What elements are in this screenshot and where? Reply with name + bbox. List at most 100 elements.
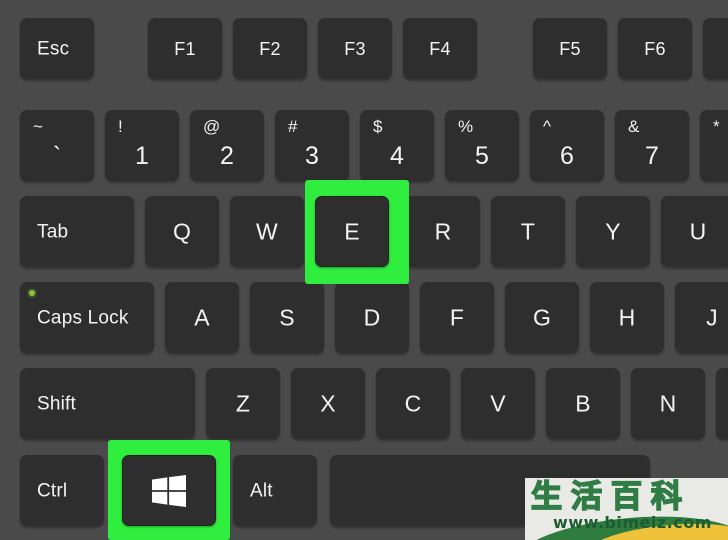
key-y[interactable]: Y [576,196,650,267]
key-digit-label: 8 [700,144,728,169]
key-digit-label: 5 [475,142,489,170]
key-c[interactable]: C [376,368,450,439]
key-label: F3 [344,38,366,59]
key-label: V [490,390,506,416]
key-shift[interactable]: Shift [20,368,195,439]
key-z[interactable]: Z [206,368,280,439]
key-f6[interactable]: F6 [618,18,692,79]
key-windows[interactable] [122,455,216,526]
key-f7[interactable]: F7 [703,18,728,79]
key-label: C [404,390,422,416]
key-label: A [194,304,210,330]
keyboard-image: EscF1F2F3F4F5F6F7~`!1@2#3$4%5^6&7*8TabQW… [0,0,728,540]
key-symbol-label: @ [203,117,221,136]
key-digit-5[interactable]: % 5 [445,110,519,181]
key-label: F [449,304,465,330]
key-label: E [344,218,360,244]
key-label: S [279,304,295,330]
key-f3[interactable]: F3 [318,18,392,79]
key-digit-8[interactable]: *8 [700,110,728,181]
key-label: Z [235,390,251,416]
key-label: F5 [559,38,581,59]
key-h[interactable]: H [590,282,664,353]
key-label: Ctrl [37,480,68,501]
key-digit-4[interactable]: $4 [360,110,434,181]
key-symbol-label: * [713,117,720,136]
key-label: Y [605,218,621,244]
watermark-chinese-text: 生活百科 [530,478,691,516]
key-label: F4 [429,38,451,59]
key-digit-label: ` [52,142,62,170]
key-label: D [363,304,381,330]
key-label: M [716,392,728,415]
key-esc[interactable]: Esc [20,18,94,79]
key-label: F7 [703,40,728,58]
key-label: Tab [37,221,69,242]
key-a[interactable]: A [165,282,239,353]
key-label: T [520,218,536,244]
key-d[interactable]: D [335,282,409,353]
key-symbol-label: # [288,117,298,136]
key-label: G [532,304,552,330]
key-f2[interactable]: F2 [233,18,307,79]
key-f5[interactable]: F5 [533,18,607,79]
key-digit-1[interactable]: ! 1 [105,110,179,181]
key-digit-7[interactable]: & 7 [615,110,689,181]
key-w[interactable]: W [230,196,304,267]
key-n[interactable]: N [631,368,705,439]
key-f4[interactable]: F4 [403,18,477,79]
key-symbol-label: & [628,117,640,136]
watermark-url: www.bimeiz.com [553,513,712,532]
key-alt[interactable]: Alt [233,455,317,526]
key-ctrl[interactable]: Ctrl [20,455,104,526]
caps-lock-led-icon [29,290,35,296]
key-digit-2[interactable]: @2 [190,110,264,181]
watermark: 生活百科 www.bimeiz.com [525,478,728,540]
key-s[interactable]: S [250,282,324,353]
key-t[interactable]: T [491,196,565,267]
key-digit-label: 4 [390,142,404,170]
key-g[interactable]: G [505,282,579,353]
key-e[interactable]: E [315,196,389,267]
highlight-e-key: E [305,180,409,284]
key-symbol-label: ! [118,117,123,136]
key-f[interactable]: F [420,282,494,353]
key-digit-label: 2 [220,142,234,170]
key-j[interactable]: J [675,282,728,353]
key-q[interactable]: Q [145,196,219,267]
key-symbol-label: ~ [33,117,43,136]
key-label: H [618,304,636,330]
key-label: Caps Lock [37,307,129,328]
key-digit-label: 3 [305,142,319,170]
key-label: F6 [644,38,666,59]
key-digit-3[interactable]: #3 [275,110,349,181]
key-symbol-label: % [458,117,474,136]
key-tab[interactable]: Tab [20,196,134,267]
key-digit-label: 1 [135,142,149,170]
highlight-windows-key [108,440,230,540]
key-label: B [575,390,591,416]
key-caps-lock[interactable]: Caps Lock [20,282,154,353]
key-symbol-label: ^ [543,117,551,136]
key-label: U [689,218,707,244]
key-label: X [320,390,336,416]
key-label: F2 [259,38,281,59]
key-label: J [706,304,718,330]
key-m[interactable]: M [716,368,728,439]
key-f1[interactable]: F1 [148,18,222,79]
windows-logo-icon [152,474,186,507]
key-label: F1 [174,38,196,59]
key-x[interactable]: X [291,368,365,439]
key-backtick[interactable]: ~ ` [20,110,94,181]
key-label: W [256,218,278,244]
key-b[interactable]: B [546,368,620,439]
key-label: Q [172,218,192,244]
key-digit-label: 6 [560,142,574,170]
key-symbol-label: $ [373,117,383,136]
key-label: Alt [250,480,273,501]
key-u[interactable]: U [661,196,728,267]
key-digit-label: 7 [645,142,659,170]
key-v[interactable]: V [461,368,535,439]
key-digit-6[interactable]: ^ 6 [530,110,604,181]
key-r[interactable]: R [406,196,480,267]
